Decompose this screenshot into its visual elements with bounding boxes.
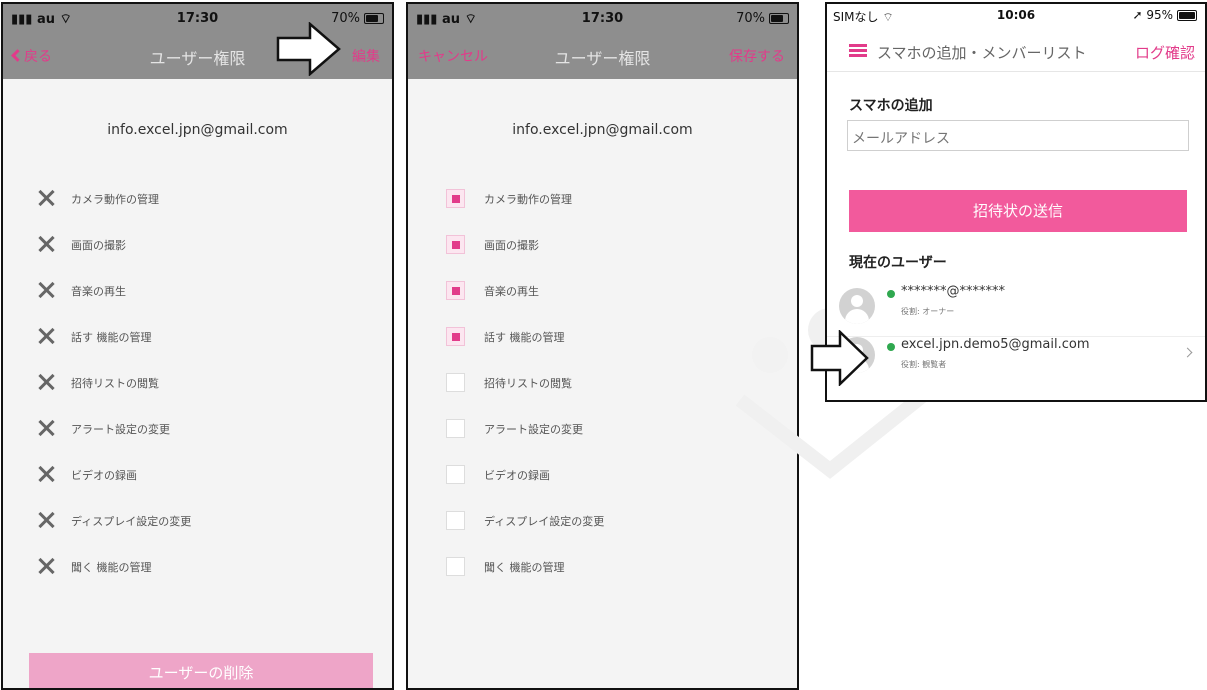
user-row[interactable]: excel.jpn.demo5@gmail.com 役割: 観覧者 <box>827 336 1205 378</box>
user-email: excel.jpn.demo5@gmail.com <box>901 337 1090 352</box>
delete-user-button[interactable]: ユーザーの削除 <box>29 653 373 688</box>
save-button[interactable]: 保存する <box>729 46 785 66</box>
arrow-right-icon <box>276 22 341 76</box>
permission-item[interactable]: ディスプレイ設定の変更 <box>408 499 797 545</box>
user-email: *******@******* <box>901 284 1005 299</box>
battery-percent: 70% <box>736 11 765 26</box>
permission-item: カメラ動作の管理 <box>3 177 392 223</box>
permissions-edit-panel: ▮▮▮ au ⌔ 17:30 70% キャンセル ユーザー権限 保存する inf… <box>406 2 799 690</box>
permission-list: カメラ動作の管理 画面の撮影 音楽の再生 話す 機能の管理 招待リストの閲覧 ア… <box>408 177 797 591</box>
permission-item: ディスプレイ設定の変更 <box>3 499 392 545</box>
page-title: スマホの追加・メンバーリスト <box>877 44 1087 62</box>
permission-item: 招待リストの閲覧 <box>3 361 392 407</box>
section-title-add: スマホの追加 <box>849 98 933 114</box>
avatar-icon <box>839 288 875 324</box>
battery-icon <box>1177 10 1197 21</box>
x-mark-icon <box>37 373 55 391</box>
permission-item[interactable]: ビデオの録画 <box>408 453 797 499</box>
permission-item[interactable]: 音楽の再生 <box>408 269 797 315</box>
checkbox-unchecked[interactable] <box>446 511 465 530</box>
permission-item[interactable]: 画面の撮影 <box>408 223 797 269</box>
edit-button[interactable]: 編集 <box>352 46 380 66</box>
email-field[interactable] <box>847 120 1189 151</box>
permission-item: アラート設定の変更 <box>3 407 392 453</box>
permission-item: 音楽の再生 <box>3 269 392 315</box>
permission-item[interactable]: 話す 機能の管理 <box>408 315 797 361</box>
x-mark-icon <box>37 465 55 483</box>
checkbox-checked[interactable] <box>446 189 465 208</box>
checkbox-checked[interactable] <box>446 327 465 346</box>
permission-item: 画面の撮影 <box>3 223 392 269</box>
log-link[interactable]: ログ確認 <box>1135 42 1195 63</box>
user-row: *******@******* 役割: オーナー <box>827 284 1205 326</box>
x-mark-icon <box>37 327 55 345</box>
member-list-panel: SIMなし ⌔ 10:06 ➚ 95% スマホの追加・メンバーリスト ログ確認 … <box>825 2 1207 402</box>
x-mark-icon <box>37 419 55 437</box>
user-email: info.excel.jpn@gmail.com <box>107 122 288 138</box>
user-email: info.excel.jpn@gmail.com <box>512 122 693 138</box>
header-bar: スマホの追加・メンバーリスト ログ確認 <box>827 32 1205 72</box>
location-icon: ➚ <box>1132 8 1143 22</box>
battery-percent: ➚ 95% <box>1132 8 1173 22</box>
arrow-right-icon <box>810 330 869 386</box>
x-mark-icon <box>37 189 55 207</box>
battery-icon <box>364 13 384 24</box>
checkbox-checked[interactable] <box>446 235 465 254</box>
checkbox-unchecked[interactable] <box>446 557 465 576</box>
status-bar: SIMなし ⌔ 10:06 ➚ 95% <box>827 4 1205 26</box>
hamburger-icon[interactable] <box>849 44 867 58</box>
user-role: 役割: 観覧者 <box>901 360 947 369</box>
permission-item: 話す 機能の管理 <box>3 315 392 361</box>
online-status-dot <box>887 343 895 351</box>
permission-item[interactable]: カメラ動作の管理 <box>408 177 797 223</box>
permission-item[interactable]: アラート設定の変更 <box>408 407 797 453</box>
section-title-users: 現在のユーザー <box>849 255 947 271</box>
user-role: 役割: オーナー <box>901 307 955 316</box>
nav-bar: ▮▮▮ au ⌔ 17:30 70% キャンセル ユーザー権限 保存する <box>408 4 797 79</box>
permission-item[interactable]: 聞く 機能の管理 <box>408 545 797 591</box>
checkbox-unchecked[interactable] <box>446 465 465 484</box>
x-mark-icon <box>37 511 55 529</box>
status-bar: ▮▮▮ au ⌔ 17:30 70% <box>408 9 797 31</box>
permission-item[interactable]: 招待リストの閲覧 <box>408 361 797 407</box>
permissions-view-panel: ▮▮▮ au ⌔ 17:30 70% 戻る ユーザー権限 編集 info.exc… <box>1 2 394 690</box>
permission-list: カメラ動作の管理 画面の撮影 音楽の再生 話す 機能の管理 招待リストの閲覧 ア… <box>3 177 392 591</box>
x-mark-icon <box>37 557 55 575</box>
battery-icon <box>769 13 789 24</box>
checkbox-checked[interactable] <box>446 281 465 300</box>
permission-item: 聞く 機能の管理 <box>3 545 392 591</box>
chevron-right-icon <box>1182 347 1193 358</box>
checkbox-unchecked[interactable] <box>446 373 465 392</box>
send-invite-button[interactable]: 招待状の送信 <box>849 190 1187 232</box>
x-mark-icon <box>37 235 55 253</box>
online-status-dot <box>887 290 895 298</box>
permission-item: ビデオの録画 <box>3 453 392 499</box>
x-mark-icon <box>37 281 55 299</box>
checkbox-unchecked[interactable] <box>446 419 465 438</box>
